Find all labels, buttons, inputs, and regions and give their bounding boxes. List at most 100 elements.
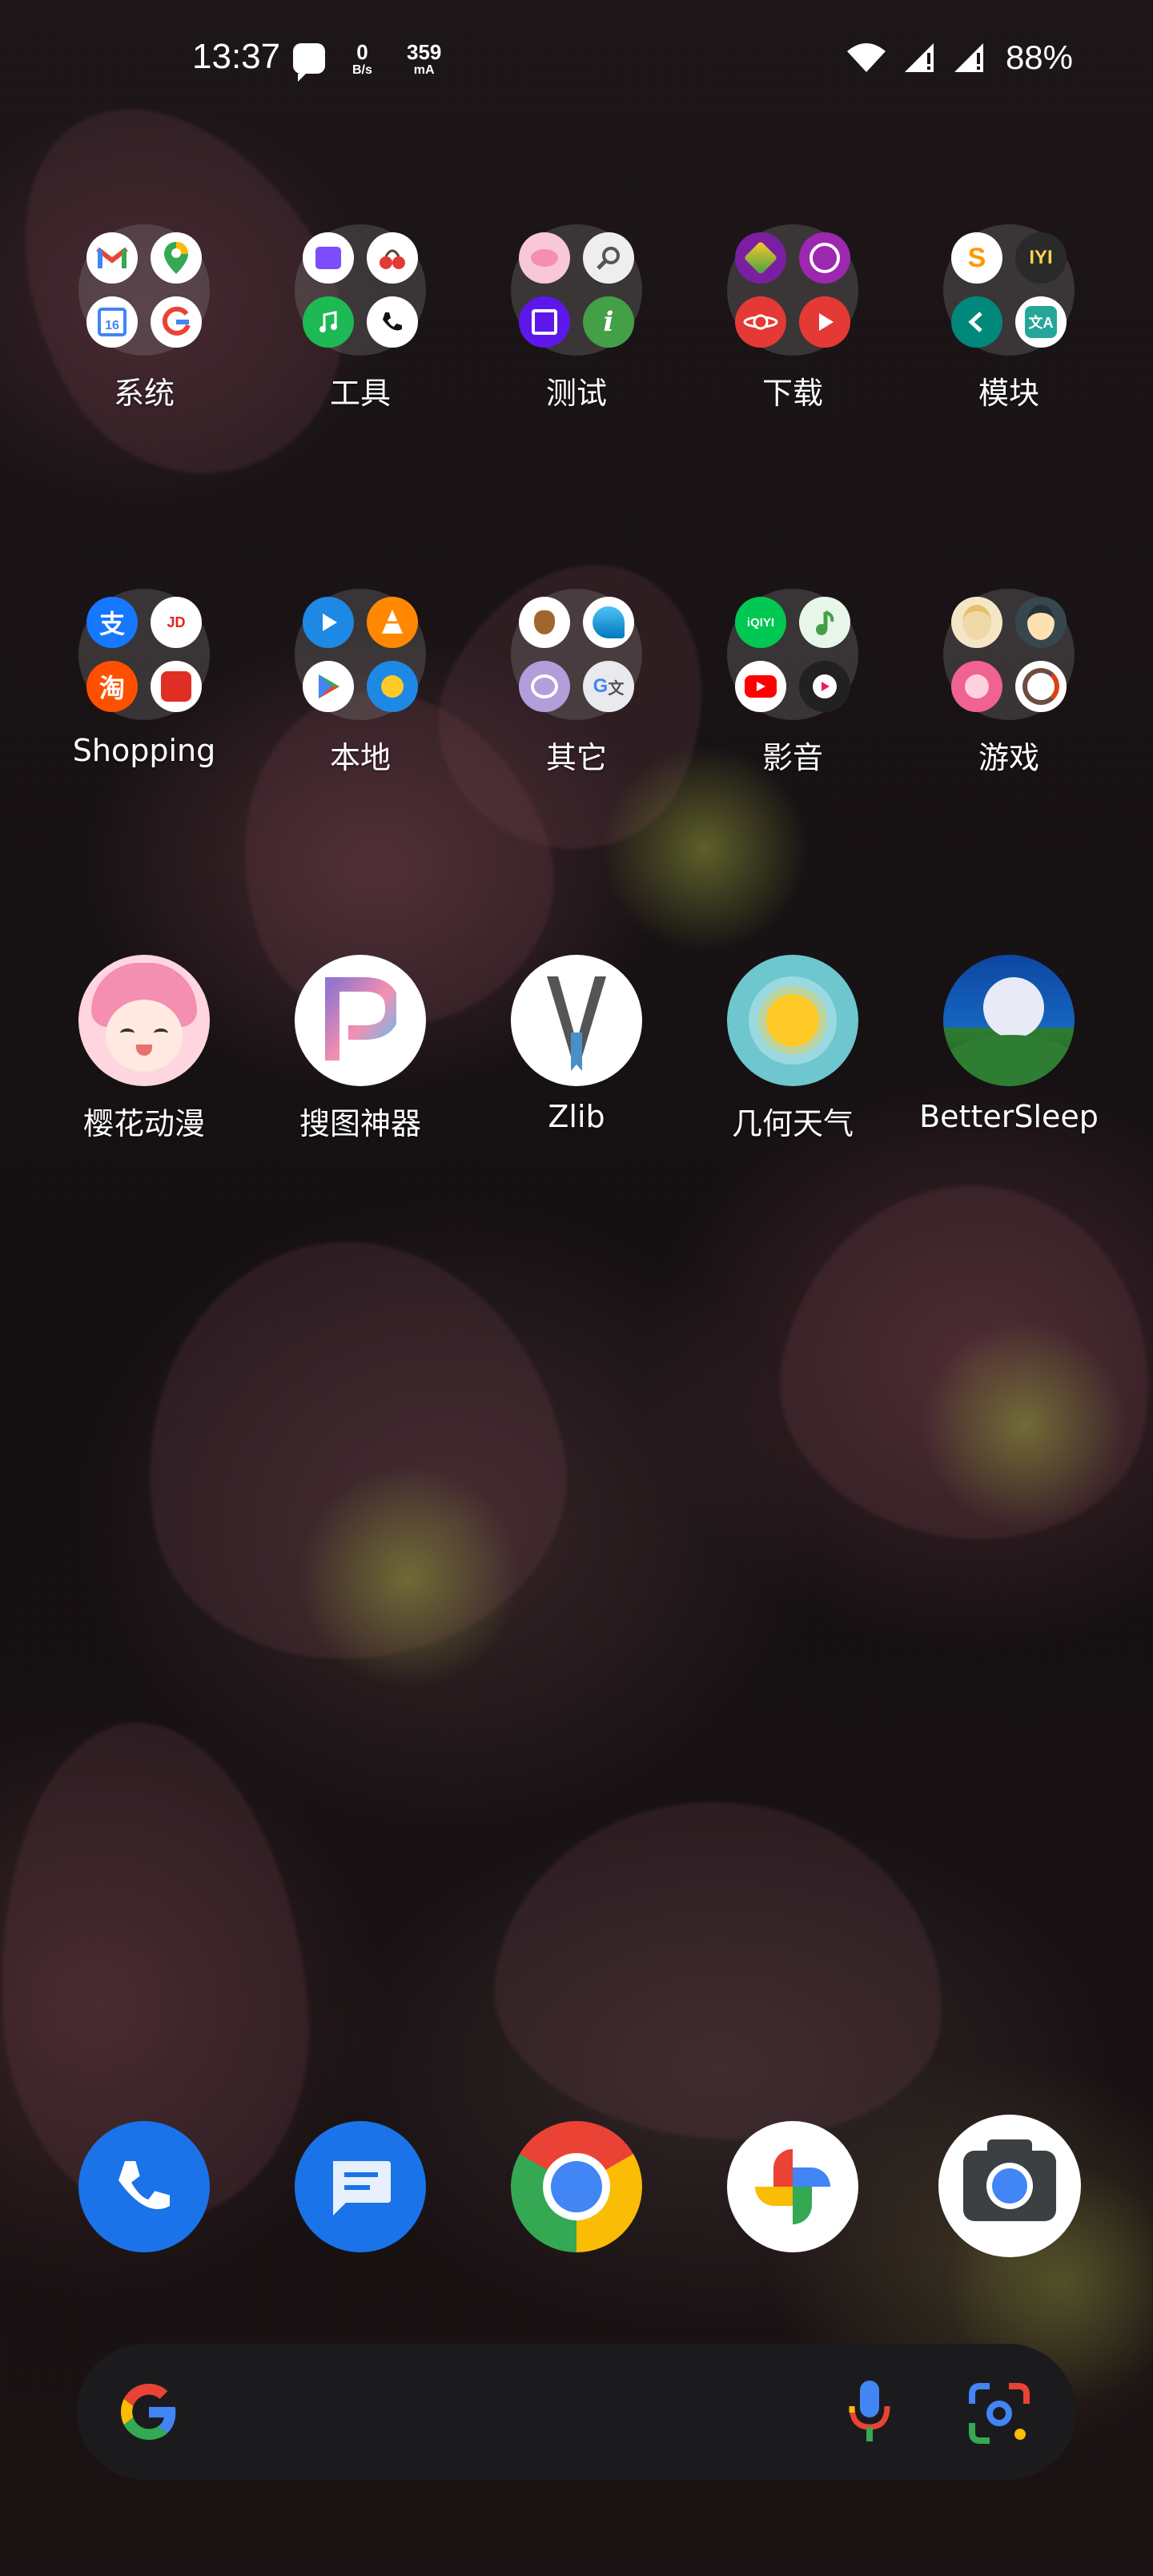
signal-icon	[954, 43, 983, 72]
weather-sun-icon	[727, 955, 858, 1086]
phone-icon[interactable]	[78, 2121, 210, 2252]
swirl-icon	[1015, 661, 1067, 712]
folder-label: 游戏	[978, 740, 1039, 775]
chip-icon	[519, 296, 570, 348]
clock: 13:37	[192, 37, 281, 76]
google-icon	[151, 296, 202, 348]
folder-local[interactable]: 本地	[252, 589, 468, 777]
google-translate-icon: G文	[583, 661, 634, 712]
app-picture-search[interactable]: 搜图神器	[252, 955, 468, 1143]
folder-icon: G文	[511, 589, 642, 720]
app-label: 樱花动漫	[82, 1106, 205, 1141]
folder-shopping[interactable]: 支 JD 淘 Shopping	[36, 589, 252, 768]
folder-icon	[943, 589, 1075, 720]
lens-icon[interactable]	[966, 2380, 1033, 2447]
app-geometric-weather[interactable]: 几何天气	[685, 955, 901, 1143]
folder-icon: 支 JD 淘	[78, 589, 210, 720]
folder-download[interactable]: 下载	[685, 224, 901, 413]
anime-girl-icon	[951, 597, 1002, 648]
folder-system[interactable]: 16 系统	[36, 224, 252, 413]
app-store-icon	[735, 232, 786, 284]
folder-label: 测试	[545, 376, 607, 411]
acorn-icon	[519, 597, 570, 648]
app-label: BetterSleep	[919, 1099, 1099, 1134]
pink-character-icon	[951, 661, 1002, 712]
info-icon: i	[583, 296, 634, 348]
network-speed: 0 B/s	[352, 42, 372, 77]
folder-label: 影音	[761, 740, 823, 775]
media-player-icon	[303, 597, 354, 648]
battery-percent: 88%	[1005, 38, 1073, 76]
current-draw-value: 359	[407, 40, 442, 64]
app-label: Zlib	[548, 1099, 605, 1134]
saturn-icon	[735, 296, 786, 348]
yi-logo-icon: IYI	[1015, 232, 1067, 284]
phone-call-icon	[367, 296, 418, 348]
moon-icon	[943, 955, 1075, 1086]
folder-label: 其它	[545, 740, 607, 775]
pig-icon	[519, 232, 570, 284]
calendar-icon: 16	[86, 296, 138, 348]
folder-test[interactable]: i 测试	[468, 224, 685, 413]
search-bar[interactable]	[77, 2344, 1076, 2480]
wave-icon	[583, 597, 634, 648]
camera-icon[interactable]	[938, 2115, 1081, 2257]
svg-text:16: 16	[105, 319, 119, 332]
folder-other[interactable]: G文 其它	[468, 589, 685, 777]
taobao-icon: 淘	[86, 661, 138, 712]
wifi-icon	[846, 43, 886, 72]
folder-modules[interactable]: S IYI 文A 模块	[901, 224, 1117, 413]
folder-icon	[295, 589, 426, 720]
folder-icon	[727, 224, 858, 356]
folder-label: Shopping	[72, 733, 216, 768]
maps-icon	[151, 232, 202, 284]
app-bettersleep[interactable]: BetterSleep	[901, 955, 1117, 1134]
play-red-icon	[799, 296, 850, 348]
folder-tools[interactable]: 工具	[252, 224, 468, 413]
iqiyi-icon: iQIYI	[735, 597, 786, 648]
music-icon	[303, 296, 354, 348]
folder-icon: i	[511, 224, 642, 356]
google-g-icon	[121, 2384, 176, 2440]
folder-icon: 16	[78, 224, 210, 356]
messages-icon[interactable]	[295, 2121, 426, 2252]
video-player-icon	[799, 661, 850, 712]
chat-notification-icon	[293, 43, 325, 82]
app-label: 几何天气	[731, 1106, 854, 1141]
current-draw-unit: mA	[413, 63, 435, 77]
vlc-icon	[367, 597, 418, 648]
mic-icon[interactable]	[846, 2377, 894, 2446]
network-speed-unit: B/s	[352, 63, 372, 77]
sakura-anime-icon	[78, 955, 210, 1086]
photos-icon[interactable]	[727, 2121, 858, 2252]
picture-search-icon	[295, 955, 426, 1086]
folder-label: 本地	[329, 740, 391, 775]
play-store-icon	[303, 661, 354, 712]
current-draw: 359 mA	[407, 42, 441, 77]
notes-icon	[519, 661, 570, 712]
folder-label: 下载	[761, 376, 823, 411]
anime-boy-icon	[1015, 597, 1067, 648]
s-logo-icon: S	[951, 232, 1002, 284]
jd-icon: JD	[151, 597, 202, 648]
zlib-icon	[511, 955, 642, 1086]
signal-icon	[904, 43, 934, 72]
app-sakura-anime[interactable]: 樱花动漫	[36, 955, 252, 1143]
status-bar: 13:37 0 B/s 359 mA 88%	[0, 0, 1153, 128]
pinduoduo-icon	[151, 661, 202, 712]
app-zlib[interactable]: Zlib	[468, 955, 685, 1134]
chrome-icon[interactable]	[511, 2121, 642, 2252]
folder-games[interactable]: 游戏	[901, 589, 1117, 777]
file-manager-icon	[303, 232, 354, 284]
folder-media[interactable]: iQIYI 影音	[685, 589, 901, 777]
cherry-icon	[367, 232, 418, 284]
translate-icon: 文A	[1015, 296, 1067, 348]
folder-label: 模块	[978, 376, 1039, 411]
folder-label: 工具	[329, 376, 391, 411]
app-label: 搜图神器	[299, 1106, 421, 1141]
folder-icon: iQIYI	[727, 589, 858, 720]
music-note-icon	[799, 597, 850, 648]
gmail-icon	[86, 232, 138, 284]
scanner-icon	[367, 661, 418, 712]
alipay-icon: 支	[86, 597, 138, 648]
